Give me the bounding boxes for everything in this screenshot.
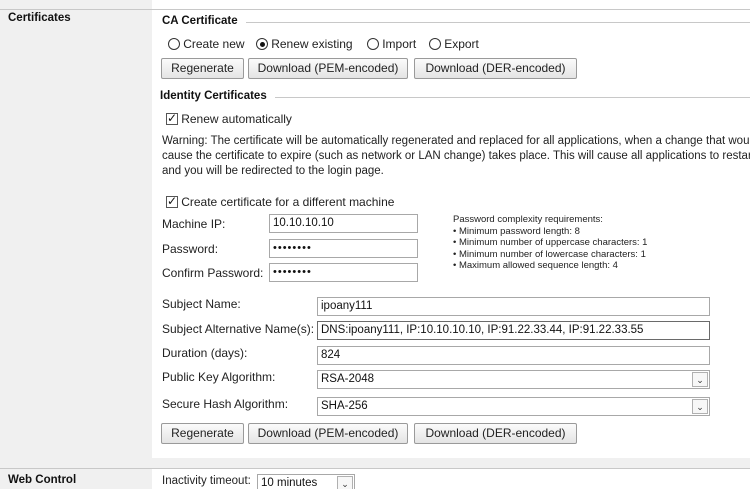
identity-download-der-button[interactable]: Download (DER-encoded)	[414, 423, 577, 444]
radio-export[interactable]: Export	[429, 37, 479, 51]
password-requirements: Password complexity requirements: • Mini…	[453, 214, 647, 272]
radio-renew-existing[interactable]: Renew existing	[256, 37, 353, 51]
checkbox-icon[interactable]: ✓	[166, 111, 178, 125]
radio-import[interactable]: Import	[367, 37, 416, 51]
inactivity-timeout-value: 10 minutes	[261, 477, 318, 489]
secure-hash-algorithm-value: SHA-256	[321, 400, 368, 412]
password-requirements-title: Password complexity requirements:	[453, 214, 603, 225]
divider	[0, 9, 152, 10]
radio-icon[interactable]	[367, 38, 379, 50]
radio-create-new[interactable]: Create new	[168, 37, 245, 51]
password-input[interactable]: ••••••••	[269, 239, 418, 258]
subject-alt-names-label: Subject Alternative Name(s):	[162, 322, 315, 336]
machine-ip-label: Machine IP:	[162, 217, 226, 231]
identity-certificates-legend: Identity Certificates	[160, 90, 267, 102]
certificates-section-label: Certificates	[8, 12, 71, 24]
subject-name-label: Subject Name:	[162, 297, 241, 311]
chevron-down-icon[interactable]: ⌄	[337, 476, 353, 489]
radio-icon[interactable]	[168, 38, 180, 50]
radio-import-label: Import	[382, 37, 417, 51]
password-requirement-item: • Maximum allowed sequence length: 4	[453, 260, 618, 271]
radio-export-label: Export	[444, 37, 479, 51]
ca-download-pem-button[interactable]: Download (PEM-encoded)	[248, 58, 408, 79]
secure-hash-algorithm-select[interactable]: SHA-256 ⌄	[317, 397, 710, 416]
certificates-panel: CA Certificate Create new Renew existing…	[152, 0, 750, 489]
password-label: Password:	[162, 242, 219, 256]
confirm-password-input[interactable]: ••••••••	[269, 263, 418, 282]
renew-automatically-checkbox[interactable]: ✓ Renew automatically	[166, 111, 292, 126]
checkmark-icon: ✓	[167, 194, 178, 208]
inactivity-timeout-label: Inactivity timeout:	[162, 475, 251, 487]
radio-create-new-label: Create new	[183, 37, 245, 51]
identity-regenerate-button[interactable]: Regenerate	[161, 423, 244, 444]
different-machine-checkbox[interactable]: ✓ Create certificate for a different mac…	[166, 194, 395, 209]
subject-name-input[interactable]: ipoany111	[317, 297, 710, 316]
subject-alt-names-input[interactable]: DNS:ipoany111, IP:10.10.10.10, IP:91.22.…	[317, 321, 710, 340]
renew-automatically-label: Renew automatically	[181, 112, 292, 126]
different-machine-label: Create certificate for a different machi…	[181, 195, 395, 209]
secure-hash-algorithm-label: Secure Hash Algorithm:	[162, 397, 289, 411]
chevron-down-icon[interactable]: ⌄	[692, 399, 708, 414]
duration-input[interactable]: 824	[317, 346, 710, 365]
radio-renew-existing-label: Renew existing	[271, 37, 353, 51]
renew-warning-text: Warning: The certificate will be automat…	[162, 135, 750, 177]
identity-download-pem-button[interactable]: Download (PEM-encoded)	[248, 423, 408, 444]
checkbox-icon[interactable]: ✓	[166, 194, 178, 208]
password-requirement-item: • Minimum number of lowercase characters…	[453, 248, 646, 260]
chevron-down-icon[interactable]: ⌄	[692, 372, 708, 387]
password-requirement-item: • Minimum number of uppercase characters…	[453, 237, 648, 248]
section-label-column: Certificates Web Control	[0, 0, 152, 489]
divider	[152, 9, 750, 10]
divider	[152, 468, 750, 469]
public-key-algorithm-select[interactable]: RSA-2048 ⌄	[317, 370, 710, 389]
fieldset-border	[246, 22, 750, 23]
web-control-section-label: Web Control	[8, 474, 77, 486]
checkmark-icon: ✓	[167, 111, 178, 125]
duration-label: Duration (days):	[162, 346, 248, 360]
radio-icon[interactable]	[429, 38, 441, 50]
ca-regenerate-button[interactable]: Regenerate	[161, 58, 244, 79]
machine-ip-input[interactable]: 10.10.10.10	[269, 214, 418, 233]
ca-certificate-legend: CA Certificate	[162, 15, 238, 27]
radio-selected-icon[interactable]	[256, 38, 268, 50]
password-requirement-item: • Minimum password length: 8	[453, 225, 580, 237]
fieldset-border	[275, 97, 750, 98]
ca-download-der-button[interactable]: Download (DER-encoded)	[414, 58, 577, 79]
confirm-password-label: Confirm Password:	[162, 266, 264, 280]
inactivity-timeout-select[interactable]: 10 minutes ⌄	[257, 474, 355, 489]
section-separator	[152, 458, 750, 468]
public-key-algorithm-label: Public Key Algorithm:	[162, 370, 276, 384]
public-key-algorithm-value: RSA-2048	[321, 373, 375, 385]
divider	[0, 468, 152, 469]
